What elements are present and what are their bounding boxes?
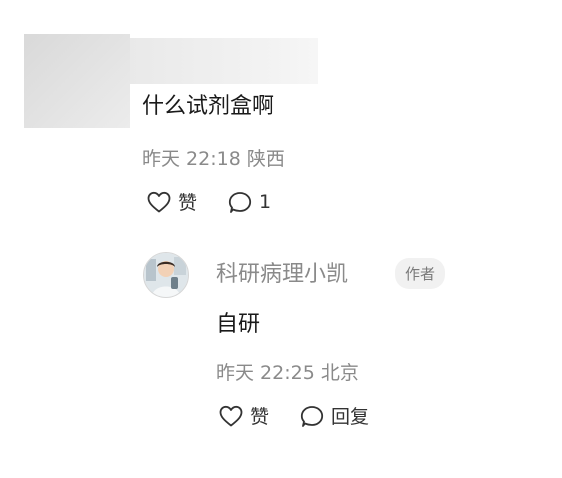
speech-bubble-icon [228,191,252,213]
like-label: 赞 [250,406,270,428]
reply-meta: 昨天 22:25 北京 [216,362,359,384]
avatar[interactable] [143,252,189,298]
blurred-avatar-region [24,34,130,128]
author-badge: 作者 [395,258,446,289]
reply-reply-button[interactable]: 回复 [299,402,369,429]
heart-outline-icon [219,405,243,426]
reply-author-name[interactable]: 科研病理小凯 [216,256,348,288]
comment-actions: 赞 1 [146,188,271,215]
comment-like-button[interactable]: 赞 [146,188,197,215]
reply-actions: 赞 回复 [218,402,369,429]
reply-like-button[interactable]: 赞 [218,402,269,429]
reply-label: 回复 [331,406,370,428]
comment-reply-button[interactable]: 1 [227,190,271,214]
blurred-username-region [130,38,318,84]
avatar-image [144,253,188,297]
comment-meta: 昨天 22:18 陕西 [142,148,285,170]
speech-bubble-icon [300,405,324,427]
reply-count: 1 [259,190,272,213]
reply-text: 自研 [216,312,261,337]
comment-text: 什么试剂盒啊 [142,94,275,119]
heart-outline-icon [147,191,171,212]
like-label: 赞 [178,192,198,214]
